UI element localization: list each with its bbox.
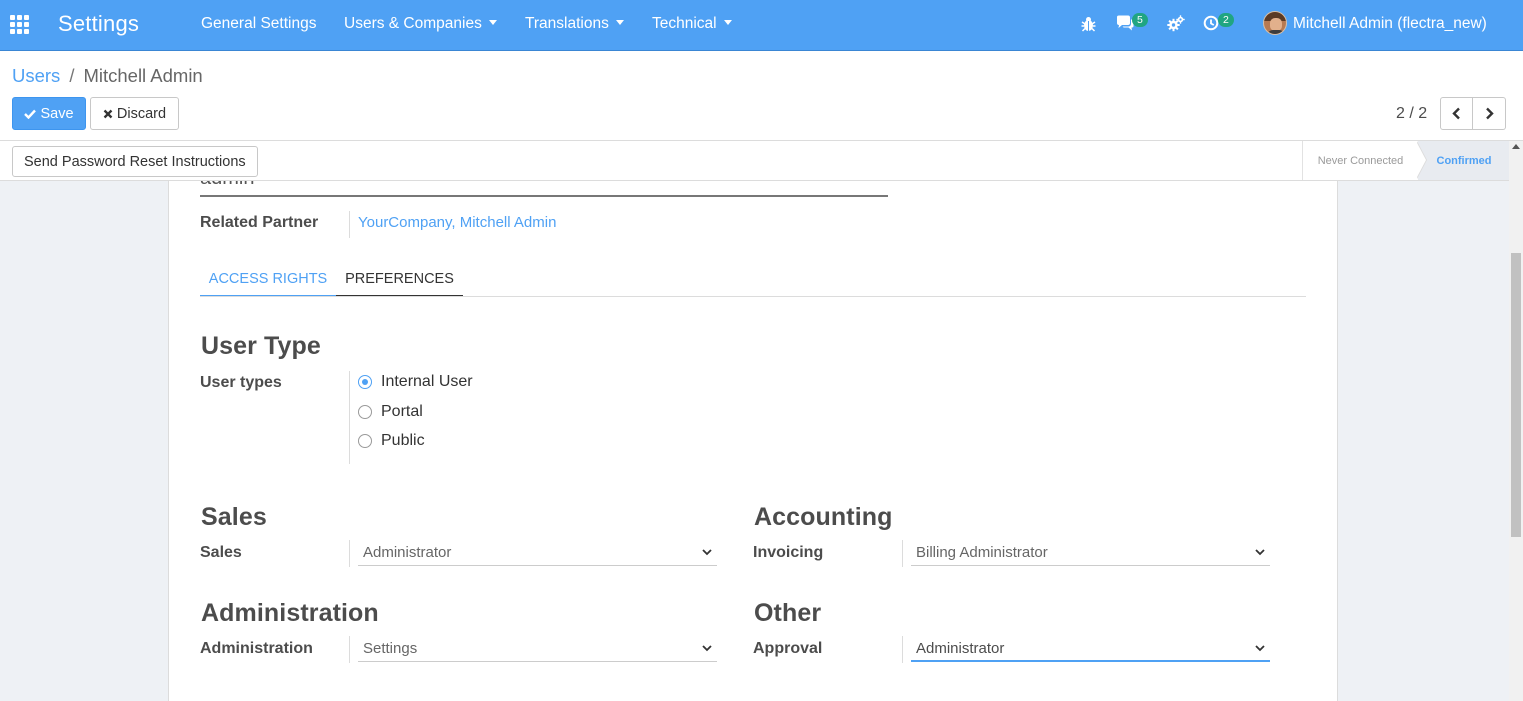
- tabs-divider: [200, 296, 1306, 297]
- control-panel: Users / Mitchell Admin Save Discard 2 / 2: [0, 51, 1523, 141]
- send-password-reset-button[interactable]: Send Password Reset Instructions: [12, 146, 258, 177]
- invoicing-access-select[interactable]: Billing Administrator: [911, 541, 1270, 566]
- breadcrumb-users-link[interactable]: Users: [12, 65, 60, 86]
- administration-field-label: Administration: [200, 640, 313, 657]
- menu-translations[interactable]: Translations: [525, 15, 624, 33]
- tab-preferences[interactable]: PREFERENCES: [336, 262, 463, 297]
- discard-button[interactable]: Discard: [90, 97, 179, 130]
- field-divider: [902, 636, 903, 663]
- close-icon: [103, 109, 113, 118]
- radio-button-checked[interactable]: [358, 375, 372, 389]
- pager-next-button[interactable]: [1473, 97, 1506, 130]
- activities-clock-icon[interactable]: [1203, 15, 1219, 36]
- breadcrumb-separator: /: [69, 65, 75, 86]
- chevron-down-icon: [1255, 549, 1265, 556]
- select-value: Administrator: [363, 544, 452, 561]
- tab-access-rights[interactable]: ACCESS RIGHTS: [200, 262, 336, 297]
- stage-confirmed: Confirmed: [1418, 141, 1510, 180]
- menu-technical[interactable]: Technical: [652, 15, 732, 33]
- approval-field-label: Approval: [753, 640, 823, 657]
- approval-access-select[interactable]: Administrator: [911, 637, 1270, 662]
- radio-button[interactable]: [358, 434, 372, 448]
- chevron-down-icon: [702, 549, 712, 556]
- sales-access-select[interactable]: Administrator: [358, 541, 717, 566]
- field-divider: [349, 636, 350, 663]
- administration-access-select[interactable]: Settings: [358, 637, 717, 662]
- user-types-label: User types: [200, 374, 282, 391]
- caret-down-icon: [723, 20, 732, 25]
- pager-previous-button[interactable]: [1440, 97, 1473, 130]
- form-statusbar: Send Password Reset Instructions Never C…: [0, 141, 1523, 181]
- related-partner-label: Related Partner: [200, 214, 319, 231]
- sales-field-label: Sales: [200, 544, 242, 561]
- other-group-title: Other: [754, 599, 822, 627]
- caret-down-icon: [615, 20, 624, 25]
- chevron-right-icon: [1485, 107, 1494, 120]
- pager-value[interactable]: 2 / 2: [1396, 105, 1427, 123]
- invoicing-field-label: Invoicing: [753, 544, 824, 561]
- user-name-field-text: admin: [200, 181, 280, 187]
- select-value: Billing Administrator: [916, 544, 1048, 561]
- user-name-underline: [200, 195, 888, 197]
- save-button[interactable]: Save: [12, 97, 86, 130]
- menu-label: Technical: [652, 15, 717, 32]
- discard-button-label: Discard: [116, 105, 167, 122]
- breadcrumb: Users / Mitchell Admin: [12, 65, 203, 87]
- chevron-down-icon: [1255, 645, 1265, 652]
- gears-icon[interactable]: [1167, 15, 1185, 37]
- bug-icon[interactable]: [1081, 16, 1096, 37]
- related-partner-link[interactable]: YourCompany, Mitchell Admin: [358, 214, 556, 231]
- scrollbar-thumb[interactable]: [1511, 253, 1521, 537]
- radio-portal[interactable]: Portal: [358, 403, 423, 421]
- menu-label: Users & Companies: [344, 15, 482, 32]
- menu-general-settings[interactable]: General Settings: [201, 15, 316, 33]
- menu-label: General Settings: [201, 15, 317, 32]
- radio-button[interactable]: [358, 405, 372, 419]
- chevron-left-icon: [1452, 107, 1460, 120]
- radio-label: Public: [381, 432, 425, 449]
- select-value: Settings: [363, 640, 418, 657]
- scroll-up-arrow-icon[interactable]: [1512, 144, 1520, 149]
- sales-group-title: Sales: [201, 503, 267, 531]
- save-button-label: Save: [40, 105, 74, 122]
- chevron-down-icon: [702, 645, 712, 652]
- apps-grid-icon[interactable]: [10, 15, 29, 34]
- accounting-group-title: Accounting: [754, 503, 893, 531]
- user-type-group-title: User Type: [201, 332, 321, 360]
- menu-label: Translations: [525, 15, 609, 32]
- radio-label: Portal: [381, 403, 423, 420]
- user-name-field-partial[interactable]: admin: [200, 181, 280, 187]
- field-divider: [349, 540, 350, 567]
- stage-never-connected: Never Connected: [1302, 141, 1418, 180]
- top-navbar: Settings General Settings Users & Compan…: [0, 0, 1523, 51]
- user-avatar[interactable]: [1263, 11, 1287, 35]
- field-divider: [349, 371, 350, 464]
- check-icon: [24, 109, 37, 119]
- radio-label: Internal User: [381, 373, 473, 390]
- messages-count-badge: 5: [1132, 13, 1148, 27]
- select-value: Administrator: [916, 640, 1005, 657]
- activities-count-badge: 2: [1218, 13, 1234, 27]
- field-divider: [902, 540, 903, 567]
- stage-arrow: [1416, 141, 1426, 179]
- field-divider: [349, 211, 350, 238]
- breadcrumb-current: Mitchell Admin: [83, 65, 203, 86]
- administration-group-title: Administration: [201, 599, 379, 627]
- radio-internal-user[interactable]: Internal User: [358, 373, 473, 391]
- app-title[interactable]: Settings: [58, 11, 139, 37]
- menu-users-companies[interactable]: Users & Companies: [344, 15, 497, 33]
- user-menu[interactable]: Mitchell Admin (flectra_new): [1293, 15, 1487, 33]
- caret-down-icon: [488, 20, 497, 25]
- radio-public[interactable]: Public: [358, 432, 425, 450]
